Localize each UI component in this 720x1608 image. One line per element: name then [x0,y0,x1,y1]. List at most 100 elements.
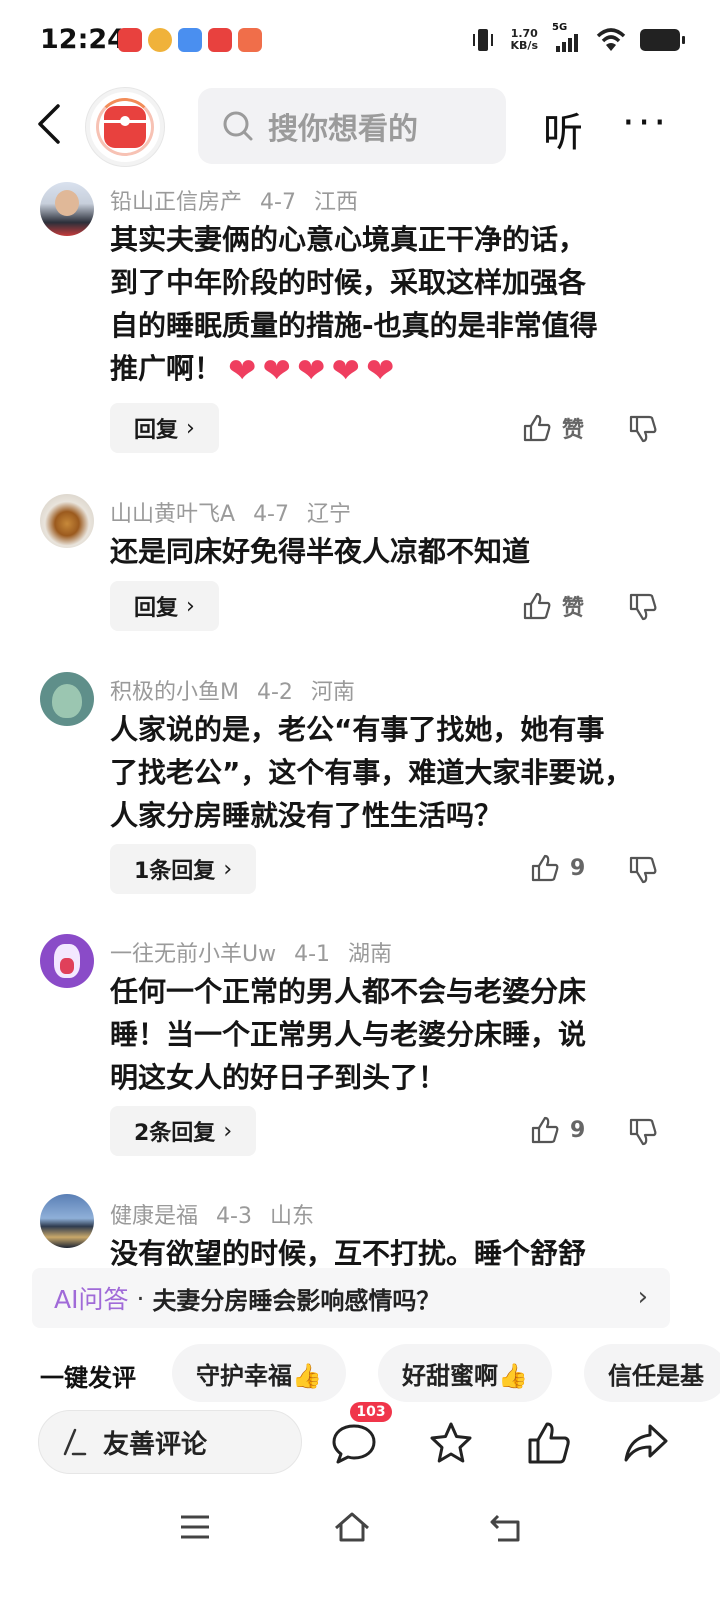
comment-line: 人家分房睡就没有了性生活吗？ [110,799,503,832]
like-button[interactable]: 赞 [522,590,584,622]
comment-text: 没有欲望的时候，互不打扰。睡个舒舒 [110,1232,680,1268]
comment-date: 4-7 [253,502,289,527]
search-box[interactable]: 搜你想看的 [198,88,506,164]
comment-item: 铅山正信房产 4-7 江西 其实夫妻俩的心意心境真正干净的话， 到了中年阶段的时候，… [0,168,720,478]
chip-label: 守护幸福👍 [196,1361,322,1390]
avatar[interactable] [40,934,94,988]
home-icon[interactable] [332,1510,372,1544]
comment-line: 了找老公”，这个有事，难道大家非要说， [110,756,633,789]
comment-location: 山东 [269,1204,314,1229]
avatar[interactable] [40,1194,94,1248]
like-label: 赞 [562,596,585,621]
quick-reply-chip[interactable]: 好甜蜜啊👍 [378,1344,552,1402]
comment-date: 4-2 [256,680,293,705]
comment-item: 山山黄叶飞A 4-7 辽宁 还是同床好免得半夜人凉都不知道 回复 › 赞 [0,488,720,643]
quick-reply-chip[interactable]: 守护幸福👍 [172,1344,346,1402]
reply-label: 回复 [134,418,179,443]
star-icon[interactable] [428,1420,474,1466]
search-placeholder: 搜你想看的 [268,112,418,147]
chip-label: 好甜蜜啊👍 [402,1361,528,1390]
back-nav-icon[interactable] [488,1510,524,1544]
like-button[interactable]: 9 [530,1115,585,1145]
share-icon[interactable] [622,1420,670,1466]
ai-question-bar[interactable]: AI问答 · 夫妻分房睡会影响感情吗？ › [32,1268,670,1328]
comment-list: 铅山正信房产 4-7 江西 其实夫妻俩的心意心境真正干净的话， 到了中年阶段的时候，… [0,168,720,1268]
comment-location: 辽宁 [307,502,352,527]
battery-icon [640,29,685,51]
comment-username[interactable]: 健康是福 [110,1204,198,1229]
vibrate-icon [472,29,493,51]
back-arrow-icon[interactable] [32,102,66,146]
thumbs-down-icon[interactable] [628,855,658,885]
search-icon [223,111,253,141]
comment-meta: 铅山正信房产 4-7 江西 [110,184,376,216]
thumbs-down-icon[interactable] [628,1117,658,1147]
comment-username[interactable]: 山山黄叶飞A [110,502,235,527]
comment-input[interactable]: 友善评论 [38,1410,302,1474]
thumbs-down-icon[interactable] [628,592,658,622]
comment-item: 积极的小鱼M 4-2 河南 人家说的是，老公“有事了找她，她有事 了找老公”，这个有… [0,668,720,918]
reply-button[interactable]: 回复 › [110,403,219,453]
comment-line: 明这女人的好日子到头了！ [110,1061,447,1094]
system-nav-bar [0,1500,720,1560]
ai-separator: · [136,1283,145,1313]
comment-line: 睡！当一个正常男人与老婆分床睡，说 [110,1018,587,1051]
comment-username[interactable]: 积极的小鱼M [110,680,239,705]
comment-meta: 积极的小鱼M 4-2 河南 [110,674,373,706]
comment-location: 湖南 [348,942,393,967]
reply-label: 2条回复 [134,1121,216,1146]
comment-line: 没有欲望的时候，互不打扰。睡个舒舒 [110,1237,587,1268]
thumbs-down-icon[interactable] [628,414,658,444]
menu-icon[interactable] [178,1512,212,1542]
comment-line: 到了中年阶段的时候，采取这样加强各 [110,266,587,299]
comment-text: 人家说的是，老公“有事了找她，她有事 了找老公”，这个有事，难道大家非要说， 人… [110,708,680,837]
comment-line: 推广啊！ [110,352,223,385]
comment-text: 还是同床好免得半夜人凉都不知道 [110,530,680,573]
chevron-right-icon: › [637,1282,648,1312]
comment-date: 4-7 [260,190,296,215]
comment-text: 任何一个正常的男人都不会与老婆分床 睡！当一个正常男人与老婆分床睡，说 明这女人… [110,970,680,1099]
comment-line: 任何一个正常的男人都不会与老婆分床 [110,975,587,1008]
cellular-signal-icon: 5G [552,22,582,54]
notification-app-icon-1 [118,28,142,52]
thumbs-up-icon [531,1116,559,1144]
ai-tag: AI问答 [54,1285,129,1314]
comment-date: 4-3 [216,1204,252,1229]
chevron-right-icon: › [186,593,195,619]
heart-emoji-group: ❤ ❤ ❤ ❤ ❤ [222,351,395,391]
app-logo[interactable] [86,88,164,166]
comment-line: 还是同床好免得半夜人凉都不知道 [110,535,531,568]
notification-app-icon-4 [208,28,232,52]
thumbs-up-icon [523,414,551,442]
chip-label: 信任是基 [608,1361,704,1390]
quick-reply-chip[interactable]: 信任是基 [584,1344,720,1402]
top-bar: 搜你想看的 听 ··· [0,84,720,168]
reply-button[interactable]: 2条回复 › [110,1106,257,1156]
avatar[interactable] [40,182,94,236]
comment-date: 4-1 [294,942,331,967]
notification-app-icon-2 [148,28,172,52]
heart-icon: ❤ [228,351,257,391]
heart-icon: ❤ [262,351,292,391]
like-button[interactable]: 赞 [522,412,584,444]
comment-bubble-icon[interactable] [330,1420,378,1466]
reply-button[interactable]: 回复 › [110,581,219,631]
listen-button[interactable]: 听 [543,100,583,158]
quick-reply-label: 一键发评 [40,1364,136,1392]
avatar[interactable] [40,494,94,548]
red-envelope-icon [104,106,146,148]
like-button[interactable]: 9 [530,853,585,883]
avatar[interactable] [40,672,94,726]
thumbs-up-icon[interactable] [526,1420,572,1466]
comment-username[interactable]: 一往无前小羊Uw [110,942,276,967]
reply-button[interactable]: 1条回复 › [110,844,257,894]
comment-username[interactable]: 铅山正信房产 [110,190,242,215]
reply-label: 回复 [134,596,179,621]
chevron-right-icon: › [223,1118,233,1144]
network-speed-unit: KB/s [510,39,538,52]
wifi-icon [596,28,626,51]
chevron-right-icon: › [186,415,195,441]
like-label: 赞 [562,418,585,443]
comment-meta: 山山黄叶飞A 4-7 辽宁 [110,496,369,528]
more-button[interactable]: ··· [622,100,669,146]
